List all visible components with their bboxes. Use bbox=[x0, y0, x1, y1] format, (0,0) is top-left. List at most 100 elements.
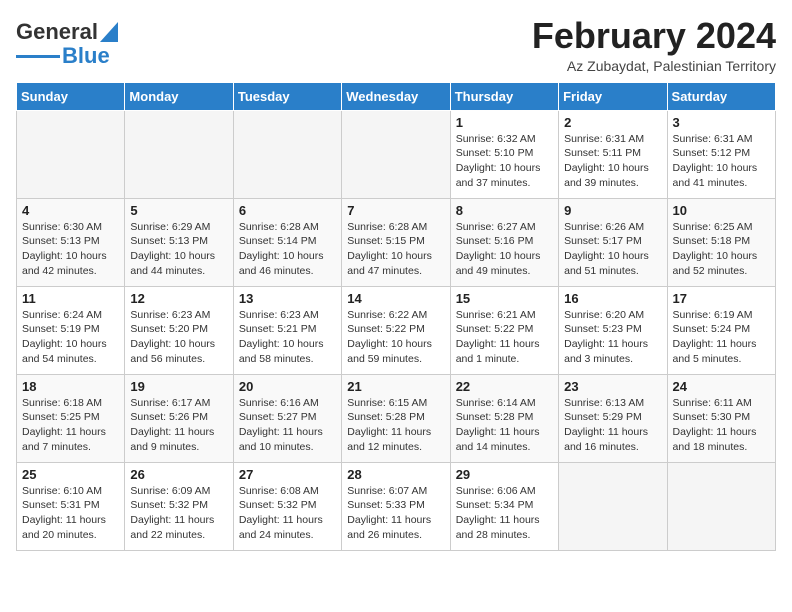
cell-info: Sunrise: 6:28 AMSunset: 5:14 PMDaylight:… bbox=[239, 220, 336, 279]
header-friday: Friday bbox=[559, 82, 667, 110]
cell-info: Sunrise: 6:19 AMSunset: 5:24 PMDaylight:… bbox=[673, 308, 770, 367]
day-number: 20 bbox=[239, 379, 336, 394]
table-row: 11 Sunrise: 6:24 AMSunset: 5:19 PMDayligh… bbox=[17, 286, 125, 374]
table-row: 18 Sunrise: 6:18 AMSunset: 5:25 PMDayligh… bbox=[17, 374, 125, 462]
logo: General Blue bbox=[16, 20, 118, 68]
table-row: 14 Sunrise: 6:22 AMSunset: 5:22 PMDayligh… bbox=[342, 286, 450, 374]
table-row: 7Sunrise: 6:28 AMSunset: 5:15 PMDaylight… bbox=[342, 198, 450, 286]
cell-info: Sunrise: 6:25 AMSunset: 5:18 PMDaylight:… bbox=[673, 220, 770, 279]
cell-info: Sunrise: 6:24 AMSunset: 5:19 PMDaylight:… bbox=[22, 308, 119, 367]
day-number: 17 bbox=[673, 291, 770, 306]
cell-info: Sunrise: 6:15 AMSunset: 5:28 PMDaylight:… bbox=[347, 396, 444, 455]
day-number: 3 bbox=[673, 115, 770, 130]
day-number: 29 bbox=[456, 467, 553, 482]
day-number: 21 bbox=[347, 379, 444, 394]
header-tuesday: Tuesday bbox=[233, 82, 341, 110]
table-row: 25Sunrise: 6:10 AMSunset: 5:31 PMDayligh… bbox=[17, 462, 125, 550]
table-row: 1Sunrise: 6:32 AMSunset: 5:10 PMDaylight… bbox=[450, 110, 558, 198]
cell-info: Sunrise: 6:28 AMSunset: 5:15 PMDaylight:… bbox=[347, 220, 444, 279]
cell-info: Sunrise: 6:31 AMSunset: 5:12 PMDaylight:… bbox=[673, 132, 770, 191]
day-number: 6 bbox=[239, 203, 336, 218]
day-number: 28 bbox=[347, 467, 444, 482]
day-number: 24 bbox=[673, 379, 770, 394]
cell-info: Sunrise: 6:23 AMSunset: 5:20 PMDaylight:… bbox=[130, 308, 227, 367]
cell-info: Sunrise: 6:29 AMSunset: 5:13 PMDaylight:… bbox=[130, 220, 227, 279]
logo-text-blue: Blue bbox=[62, 44, 110, 68]
day-number: 5 bbox=[130, 203, 227, 218]
cell-info: Sunrise: 6:30 AMSunset: 5:13 PMDaylight:… bbox=[22, 220, 119, 279]
day-number: 19 bbox=[130, 379, 227, 394]
day-number: 14 bbox=[347, 291, 444, 306]
day-number: 12 bbox=[130, 291, 227, 306]
table-row bbox=[667, 462, 775, 550]
day-number: 9 bbox=[564, 203, 661, 218]
table-row: 28 Sunrise: 6:07 AMSunset: 5:33 PMDayligh… bbox=[342, 462, 450, 550]
cell-info: Sunrise: 6:10 AMSunset: 5:31 PMDaylight:… bbox=[22, 484, 119, 543]
day-number: 4 bbox=[22, 203, 119, 218]
table-row: 13Sunrise: 6:23 AMSunset: 5:21 PMDayligh… bbox=[233, 286, 341, 374]
table-row: 21 Sunrise: 6:15 AMSunset: 5:28 PMDayligh… bbox=[342, 374, 450, 462]
cell-info: Sunrise: 6:11 AMSunset: 5:30 PMDaylight:… bbox=[673, 396, 770, 455]
table-row bbox=[559, 462, 667, 550]
day-number: 18 bbox=[22, 379, 119, 394]
table-row: 4 Sunrise: 6:30 AMSunset: 5:13 PMDaylight… bbox=[17, 198, 125, 286]
month-title: February 2024 bbox=[532, 16, 776, 56]
calendar-week-row: 25Sunrise: 6:10 AMSunset: 5:31 PMDayligh… bbox=[17, 462, 776, 550]
table-row: 29 Sunrise: 6:06 AMSunset: 5:34 PMDayligh… bbox=[450, 462, 558, 550]
weekday-header-row: Sunday Monday Tuesday Wednesday Thursday… bbox=[17, 82, 776, 110]
table-row: 5 Sunrise: 6:29 AMSunset: 5:13 PMDaylight… bbox=[125, 198, 233, 286]
cell-info: Sunrise: 6:21 AMSunset: 5:22 PMDaylight:… bbox=[456, 308, 553, 367]
table-row: 10Sunrise: 6:25 AMSunset: 5:18 PMDayligh… bbox=[667, 198, 775, 286]
table-row: 24 Sunrise: 6:11 AMSunset: 5:30 PMDayligh… bbox=[667, 374, 775, 462]
table-row: 22 Sunrise: 6:14 AMSunset: 5:28 PMDayligh… bbox=[450, 374, 558, 462]
table-row: 26 Sunrise: 6:09 AMSunset: 5:32 PMDayligh… bbox=[125, 462, 233, 550]
header-thursday: Thursday bbox=[450, 82, 558, 110]
cell-info: Sunrise: 6:31 AMSunset: 5:11 PMDaylight:… bbox=[564, 132, 661, 191]
table-row: 19 Sunrise: 6:17 AMSunset: 5:26 PMDayligh… bbox=[125, 374, 233, 462]
calendar-week-row: 18 Sunrise: 6:18 AMSunset: 5:25 PMDayligh… bbox=[17, 374, 776, 462]
cell-info: Sunrise: 6:14 AMSunset: 5:28 PMDaylight:… bbox=[456, 396, 553, 455]
header-sunday: Sunday bbox=[17, 82, 125, 110]
cell-info: Sunrise: 6:07 AMSunset: 5:33 PMDaylight:… bbox=[347, 484, 444, 543]
cell-info: Sunrise: 6:13 AMSunset: 5:29 PMDaylight:… bbox=[564, 396, 661, 455]
cell-info: Sunrise: 6:16 AMSunset: 5:27 PMDaylight:… bbox=[239, 396, 336, 455]
cell-info: Sunrise: 6:23 AMSunset: 5:21 PMDaylight:… bbox=[239, 308, 336, 367]
cell-info: Sunrise: 6:32 AMSunset: 5:10 PMDaylight:… bbox=[456, 132, 553, 191]
table-row: 8Sunrise: 6:27 AMSunset: 5:16 PMDaylight… bbox=[450, 198, 558, 286]
day-number: 16 bbox=[564, 291, 661, 306]
table-row: 20 Sunrise: 6:16 AMSunset: 5:27 PMDayligh… bbox=[233, 374, 341, 462]
table-row: 3 Sunrise: 6:31 AMSunset: 5:12 PMDaylight… bbox=[667, 110, 775, 198]
table-row: 16 Sunrise: 6:20 AMSunset: 5:23 PMDayligh… bbox=[559, 286, 667, 374]
day-number: 11 bbox=[22, 291, 119, 306]
logo-icon bbox=[100, 22, 118, 42]
calendar-week-row: 11 Sunrise: 6:24 AMSunset: 5:19 PMDayligh… bbox=[17, 286, 776, 374]
table-row bbox=[342, 110, 450, 198]
day-number: 15 bbox=[456, 291, 553, 306]
cell-info: Sunrise: 6:22 AMSunset: 5:22 PMDaylight:… bbox=[347, 308, 444, 367]
location-subtitle: Az Zubaydat, Palestinian Territory bbox=[532, 58, 776, 74]
table-row bbox=[17, 110, 125, 198]
calendar-week-row: 4 Sunrise: 6:30 AMSunset: 5:13 PMDaylight… bbox=[17, 198, 776, 286]
title-area: February 2024 Az Zubaydat, Palestinian T… bbox=[532, 16, 776, 74]
day-number: 26 bbox=[130, 467, 227, 482]
day-number: 8 bbox=[456, 203, 553, 218]
logo-text-general: General bbox=[16, 20, 98, 44]
cell-info: Sunrise: 6:09 AMSunset: 5:32 PMDaylight:… bbox=[130, 484, 227, 543]
cell-info: Sunrise: 6:17 AMSunset: 5:26 PMDaylight:… bbox=[130, 396, 227, 455]
table-row: 9Sunrise: 6:26 AMSunset: 5:17 PMDaylight… bbox=[559, 198, 667, 286]
header-wednesday: Wednesday bbox=[342, 82, 450, 110]
day-number: 22 bbox=[456, 379, 553, 394]
table-row: 15 Sunrise: 6:21 AMSunset: 5:22 PMDayligh… bbox=[450, 286, 558, 374]
table-row: 17 Sunrise: 6:19 AMSunset: 5:24 PMDayligh… bbox=[667, 286, 775, 374]
cell-info: Sunrise: 6:20 AMSunset: 5:23 PMDaylight:… bbox=[564, 308, 661, 367]
table-row: 2Sunrise: 6:31 AMSunset: 5:11 PMDaylight… bbox=[559, 110, 667, 198]
header-saturday: Saturday bbox=[667, 82, 775, 110]
day-number: 23 bbox=[564, 379, 661, 394]
table-row: 6 Sunrise: 6:28 AMSunset: 5:14 PMDaylight… bbox=[233, 198, 341, 286]
cell-info: Sunrise: 6:18 AMSunset: 5:25 PMDaylight:… bbox=[22, 396, 119, 455]
calendar-week-row: 1Sunrise: 6:32 AMSunset: 5:10 PMDaylight… bbox=[17, 110, 776, 198]
cell-info: Sunrise: 6:08 AMSunset: 5:32 PMDaylight:… bbox=[239, 484, 336, 543]
cell-info: Sunrise: 6:06 AMSunset: 5:34 PMDaylight:… bbox=[456, 484, 553, 543]
day-number: 27 bbox=[239, 467, 336, 482]
table-row: 27 Sunrise: 6:08 AMSunset: 5:32 PMDayligh… bbox=[233, 462, 341, 550]
